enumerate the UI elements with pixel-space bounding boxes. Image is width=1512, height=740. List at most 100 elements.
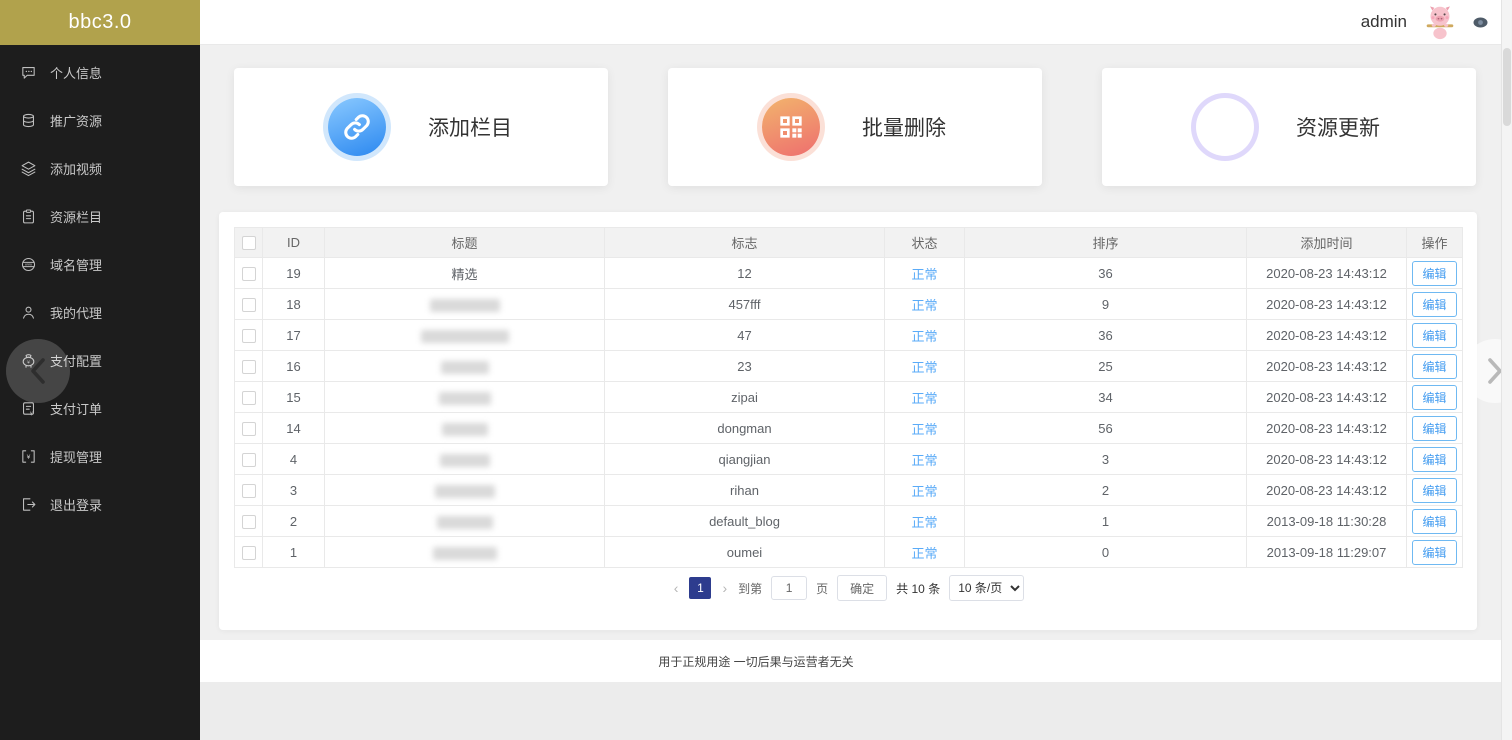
table-row: 14 dongman 正常 56 2020-08-23 14:43:12 编辑 — [234, 412, 1463, 444]
cell-time: 2013-09-18 11:29:07 — [1246, 536, 1407, 568]
row-checkbox[interactable] — [241, 297, 256, 312]
sidebar-item-promo-resources[interactable]: 推广资源 — [0, 96, 200, 144]
cell-mark: qiangjian — [604, 443, 885, 475]
user-icon — [20, 304, 37, 321]
edit-button[interactable]: 编辑 — [1412, 477, 1457, 503]
eye-icon[interactable] — [1473, 17, 1488, 28]
row-checkbox[interactable] — [241, 390, 256, 405]
cell-status: 正常 — [884, 443, 965, 475]
total-count: 共 10 条 — [896, 581, 941, 596]
status-badge: 正常 — [911, 266, 938, 282]
next-page-button[interactable]: › — [720, 580, 729, 596]
cell-title — [324, 536, 605, 568]
coins-icon — [20, 112, 37, 129]
cell-ops: 编辑 — [1406, 319, 1463, 351]
goto-page-input[interactable] — [771, 576, 808, 600]
cell-select — [234, 319, 263, 351]
cell-mark: oumei — [604, 536, 885, 568]
sidebar-item-logout[interactable]: 退出登录 — [0, 480, 200, 528]
cell-time: 2020-08-23 14:43:12 — [1246, 474, 1407, 506]
sidebar-item-domain-manage[interactable]: www 域名管理 — [0, 240, 200, 288]
cell-id: 19 — [262, 257, 325, 289]
scrollbar-thumb[interactable] — [1503, 48, 1511, 126]
sidebar-item-label: 推广资源 — [50, 113, 103, 129]
cell-sort: 3 — [964, 443, 1247, 475]
footer-text: 用于正规用途 一切后果与运营者无关 — [658, 654, 854, 669]
status-badge: 正常 — [911, 297, 938, 313]
cell-mark: rihan — [604, 474, 885, 506]
edit-button[interactable]: 编辑 — [1412, 508, 1457, 534]
cell-mark: 23 — [604, 350, 885, 382]
app-logo: bbc3.0 — [0, 0, 200, 45]
column-header: 添加时间 — [1246, 227, 1407, 258]
confirm-page-button[interactable]: 确定 — [837, 575, 888, 601]
cell-sort: 36 — [964, 319, 1247, 351]
scrollbar-track[interactable] — [1501, 0, 1512, 740]
sidebar-item-my-agents[interactable]: 我的代理 — [0, 288, 200, 336]
cell-time: 2020-08-23 14:43:12 — [1246, 443, 1407, 475]
cell-ops: 编辑 — [1406, 381, 1463, 413]
top-header: admin — [200, 0, 1512, 45]
collapse-sidebar-button[interactable] — [6, 339, 70, 403]
cell-time: 2020-08-23 14:43:12 — [1246, 381, 1407, 413]
row-checkbox[interactable] — [241, 328, 256, 343]
cell-select — [234, 443, 263, 475]
redacted-title — [441, 422, 488, 436]
edit-button[interactable]: 编辑 — [1412, 415, 1457, 441]
sidebar-item-resource-columns[interactable]: 资源栏目 — [0, 192, 200, 240]
sidebar-item-personal-info[interactable]: 个人信息 — [0, 48, 200, 96]
cell-mark: default_blog — [604, 505, 885, 537]
goto-label: 到第 — [738, 581, 763, 596]
table-row: 2 default_blog 正常 1 2013-09-18 11:30:28 编辑 — [234, 505, 1463, 537]
row-checkbox[interactable] — [241, 421, 256, 436]
prev-page-button[interactable]: ‹ — [672, 580, 681, 596]
action-card-resource-update[interactable]: 资源更新 — [1102, 68, 1476, 186]
row-checkbox[interactable] — [241, 452, 256, 467]
edit-button[interactable]: 编辑 — [1412, 384, 1457, 410]
row-checkbox[interactable] — [241, 266, 256, 281]
pig-avatar[interactable] — [1421, 3, 1459, 41]
cell-status: 正常 — [884, 412, 965, 444]
redacted-title — [439, 453, 490, 467]
edit-button[interactable]: 编辑 — [1412, 291, 1457, 317]
row-checkbox[interactable] — [241, 359, 256, 374]
status-badge: 正常 — [911, 514, 938, 530]
clipboard-icon — [20, 208, 37, 225]
cell-sort: 36 — [964, 257, 1247, 289]
sidebar-item-label: 添加视频 — [50, 161, 103, 177]
sidebar-item-add-video[interactable]: 添加视频 — [0, 144, 200, 192]
edit-button[interactable]: 编辑 — [1412, 446, 1457, 472]
edit-button[interactable]: 编辑 — [1412, 539, 1457, 565]
page-1-button[interactable]: 1 — [689, 577, 712, 599]
sidebar-item-label: 个人信息 — [50, 65, 103, 81]
action-card-label: 资源更新 — [1296, 117, 1380, 140]
edit-button[interactable]: 编辑 — [1412, 353, 1457, 379]
select-all-checkbox[interactable] — [241, 236, 256, 251]
row-checkbox[interactable] — [241, 545, 256, 560]
page-size-select[interactable]: 10 条/页 — [949, 575, 1025, 601]
username: admin — [1360, 12, 1407, 31]
cell-mark: 47 — [604, 319, 885, 351]
cell-status: 正常 — [884, 536, 965, 568]
cell-status: 正常 — [884, 350, 965, 382]
sidebar-item-withdraw-manage[interactable]: ¥ 提现管理 — [0, 432, 200, 480]
table-row: 1 oumei 正常 0 2013-09-18 11:29:07 编辑 — [234, 536, 1463, 568]
status-badge: 正常 — [911, 328, 938, 344]
cell-sort: 56 — [964, 412, 1247, 444]
row-checkbox[interactable] — [241, 483, 256, 498]
cell-time: 2020-08-23 14:43:12 — [1246, 319, 1407, 351]
link-icon — [328, 98, 386, 156]
action-card-add-column[interactable]: 添加栏目 — [234, 68, 608, 186]
table-row: 3 rihan 正常 2 2020-08-23 14:43:12 编辑 — [234, 474, 1463, 506]
cell-select — [234, 350, 263, 382]
footer: 用于正规用途 一切后果与运营者无关 — [0, 640, 1512, 682]
redacted-title — [420, 329, 509, 343]
action-card-batch-delete[interactable]: 批量删除 — [668, 68, 1042, 186]
edit-button[interactable]: 编辑 — [1412, 260, 1457, 286]
edit-button[interactable]: 编辑 — [1412, 322, 1457, 348]
sidebar-item-label: 支付订单 — [50, 401, 103, 417]
sidebar-item-label: 提现管理 — [50, 449, 103, 465]
row-checkbox[interactable] — [241, 514, 256, 529]
svg-text:¥: ¥ — [30, 411, 33, 417]
chevron-left-icon — [27, 356, 49, 386]
